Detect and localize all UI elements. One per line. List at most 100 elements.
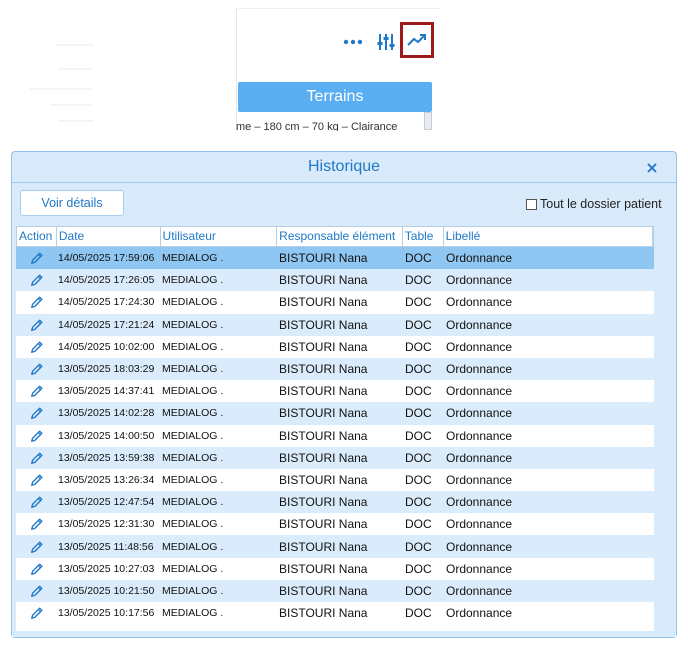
row-action[interactable] [16, 562, 56, 576]
row-label: Ordonnance [446, 428, 513, 443]
row-action[interactable] [16, 340, 56, 354]
row-action[interactable] [16, 318, 56, 332]
table-row[interactable]: 13/05/2025 10:21:50 MEDIALOG . BISTOURI … [16, 579, 654, 602]
dialog-title-bar[interactable]: Historique [12, 152, 676, 183]
row-action[interactable] [16, 295, 56, 309]
sliders-icon[interactable] [374, 28, 398, 56]
pencil-icon[interactable] [30, 540, 44, 554]
row-user: MEDIALOG . [162, 407, 224, 420]
row-date: 13/05/2025 10:17:56 [58, 607, 155, 620]
row-label: Ordonnance [446, 606, 513, 621]
column-header-date[interactable]: Date [57, 227, 161, 246]
pencil-icon[interactable] [30, 606, 44, 620]
pencil-icon[interactable] [30, 318, 44, 332]
pencil-icon[interactable] [30, 384, 44, 398]
row-table: DOC [405, 406, 432, 421]
row-action[interactable] [16, 540, 56, 554]
table-row[interactable]: 13/05/2025 10:17:56 MEDIALOG . BISTOURI … [16, 602, 654, 624]
table-row[interactable]: 13/05/2025 12:47:54 MEDIALOG . BISTOURI … [16, 491, 654, 514]
table-row[interactable]: 13/05/2025 13:59:38 MEDIALOG . BISTOURI … [16, 446, 654, 469]
table-row[interactable]: 14/05/2025 17:26:05 MEDIALOG . BISTOURI … [16, 269, 654, 292]
pencil-icon[interactable] [30, 495, 44, 509]
column-header-label[interactable]: Libellé [444, 227, 653, 246]
pencil-icon[interactable] [30, 429, 44, 443]
view-details-button[interactable]: Voir détails [20, 190, 124, 216]
row-action[interactable] [16, 517, 56, 531]
pencil-icon[interactable] [30, 406, 44, 420]
trending-up-icon[interactable] [400, 22, 434, 58]
row-action[interactable] [16, 473, 56, 487]
row-date: 14/05/2025 10:02:00 [58, 340, 155, 353]
row-label: Ordonnance [446, 251, 513, 266]
table-row[interactable]: 13/05/2025 14:02:28 MEDIALOG . BISTOURI … [16, 402, 654, 425]
patient-summary-text: me – 180 cm – 70 kg – Clairance [236, 121, 398, 131]
table-row[interactable]: 14/05/2025 10:02:00 MEDIALOG . BISTOURI … [16, 336, 654, 358]
pencil-icon[interactable] [30, 362, 44, 376]
row-action[interactable] [16, 251, 56, 265]
row-table: DOC [405, 450, 432, 465]
dialog-title: Historique [307, 158, 381, 175]
row-user: MEDIALOG . [162, 385, 224, 398]
table-row[interactable]: 13/05/2025 12:31:30 MEDIALOG . BISTOURI … [16, 513, 654, 535]
row-user: MEDIALOG . [162, 540, 224, 553]
row-action[interactable] [16, 495, 56, 509]
row-label: Ordonnance [446, 472, 513, 487]
row-action[interactable] [16, 384, 56, 398]
row-user: MEDIALOG . [162, 584, 224, 597]
column-header-owner[interactable]: Responsable élément [277, 227, 403, 246]
row-date: 14/05/2025 17:21:24 [58, 318, 155, 331]
row-user: MEDIALOG . [162, 363, 224, 376]
terrains-tab[interactable]: Terrains [238, 82, 432, 112]
row-user: MEDIALOG . [162, 252, 224, 265]
pencil-icon[interactable] [30, 584, 44, 598]
row-date: 13/05/2025 12:31:30 [58, 518, 155, 531]
row-date: 14/05/2025 17:59:06 [58, 252, 155, 265]
row-table: DOC [405, 317, 432, 332]
table-row[interactable]: 13/05/2025 14:00:50 MEDIALOG . BISTOURI … [16, 425, 654, 447]
row-user: MEDIALOG . [162, 340, 224, 353]
table-row[interactable]: 13/05/2025 10:27:03 MEDIALOG . BISTOURI … [16, 558, 654, 580]
pencil-icon[interactable] [30, 251, 44, 265]
pencil-icon[interactable] [30, 517, 44, 531]
pencil-icon[interactable] [30, 451, 44, 465]
table-header: Action Date Utilisateur Responsable élém… [16, 226, 654, 247]
table-row[interactable]: 13/05/2025 14:37:41 MEDIALOG . BISTOURI … [16, 380, 654, 402]
row-action[interactable] [16, 584, 56, 598]
row-table: DOC [405, 561, 432, 576]
row-action[interactable] [16, 429, 56, 443]
table-row[interactable]: 13/05/2025 18:03:29 MEDIALOG . BISTOURI … [16, 357, 654, 381]
table-row[interactable]: 14/05/2025 17:59:06 MEDIALOG . BISTOURI … [16, 247, 654, 270]
table-row[interactable]: 14/05/2025 17:24:30 MEDIALOG . BISTOURI … [16, 291, 654, 313]
close-icon[interactable]: × [642, 157, 662, 177]
column-header-table[interactable]: Table [403, 227, 444, 246]
pencil-icon[interactable] [30, 473, 44, 487]
row-owner: BISTOURI Nana [279, 450, 368, 465]
row-user: MEDIALOG . [162, 496, 224, 509]
dialog-footer [12, 631, 676, 637]
row-user: MEDIALOG . [162, 274, 224, 287]
pencil-icon[interactable] [30, 273, 44, 287]
row-table: DOC [405, 606, 432, 621]
checkbox-box[interactable] [526, 198, 537, 210]
table-row[interactable]: 13/05/2025 11:48:56 MEDIALOG . BISTOURI … [16, 535, 654, 558]
row-action[interactable] [16, 606, 56, 620]
row-table: DOC [405, 384, 432, 399]
more-horizontal-icon[interactable] [340, 28, 366, 56]
column-header-action[interactable]: Action [17, 227, 57, 246]
row-action[interactable] [16, 406, 56, 420]
row-action[interactable] [16, 362, 56, 376]
pencil-icon[interactable] [30, 340, 44, 354]
row-owner: BISTOURI Nana [279, 362, 368, 377]
table-row[interactable]: 13/05/2025 13:26:34 MEDIALOG . BISTOURI … [16, 469, 654, 491]
pencil-icon[interactable] [30, 295, 44, 309]
whole-patient-file-checkbox[interactable]: Tout le dossier patient [526, 195, 662, 213]
table-row[interactable]: 14/05/2025 17:21:24 MEDIALOG . BISTOURI … [16, 313, 654, 336]
history-dialog: Historique × Voir détails Tout le dossie… [11, 151, 677, 638]
row-owner: BISTOURI Nana [279, 428, 368, 443]
column-header-user[interactable]: Utilisateur [161, 227, 278, 246]
background-scrollbar[interactable] [424, 112, 432, 130]
row-action[interactable] [16, 451, 56, 465]
pencil-icon[interactable] [30, 562, 44, 576]
row-action[interactable] [16, 273, 56, 287]
row-label: Ordonnance [446, 517, 513, 532]
